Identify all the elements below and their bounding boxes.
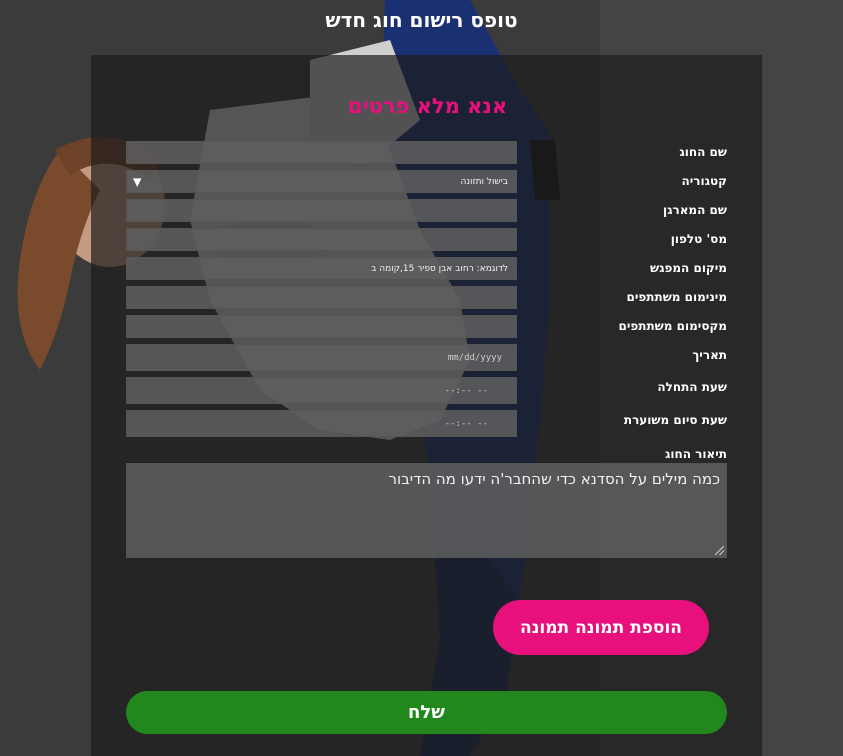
label-start-time: שעת התחלה	[657, 380, 727, 394]
label-category: קטגוריה	[681, 174, 727, 188]
description-textarea[interactable]: כמה מילים על הסדנא כדי שהחבר'ה ידעו מה ה…	[126, 463, 727, 558]
page-title: טופס רישום חוג חדש	[325, 8, 518, 32]
resize-handle-icon[interactable]	[715, 546, 724, 555]
chevron-down-icon: ▼	[133, 175, 142, 188]
category-selected-value: בישול ותזונה	[460, 176, 508, 187]
end-time-input[interactable]: --:-- --	[126, 410, 517, 437]
phone-input[interactable]	[126, 228, 517, 251]
location-placeholder: לדוגמא: רחוב אבן ספיר 15,קומה ב	[371, 263, 508, 274]
label-location: מיקום המפגש	[650, 261, 727, 275]
submit-button[interactable]: שלח	[126, 691, 727, 734]
date-placeholder: mm/dd/yyyy	[447, 352, 502, 363]
class-name-input[interactable]	[126, 141, 517, 164]
organizer-input[interactable]	[126, 199, 517, 222]
start-time-input[interactable]: --:-- --	[126, 377, 517, 404]
date-input[interactable]: mm/dd/yyyy	[126, 344, 517, 371]
max-participants-input[interactable]	[126, 315, 517, 338]
label-organizer: שם המארגן	[662, 203, 727, 217]
category-select[interactable]: בישול ותזונה ▼	[126, 170, 517, 193]
location-input[interactable]: לדוגמא: רחוב אבן ספיר 15,קומה ב	[126, 257, 517, 280]
label-phone: מס' טלפון	[670, 232, 727, 246]
label-class-name: שם החוג	[679, 145, 727, 159]
add-photo-button[interactable]: הוספת תמונה תמונה	[493, 600, 709, 655]
start-time-placeholder: --:-- --	[444, 385, 488, 396]
description-placeholder: כמה מילים על הסדנא כדי שהחבר'ה ידעו מה ה…	[388, 470, 720, 488]
min-participants-input[interactable]	[126, 286, 517, 309]
label-description: תיאור החוג	[665, 447, 727, 461]
label-min-participants: מינימום משתתפים	[626, 290, 727, 304]
label-end-time: שעת סיום משוערת	[623, 413, 727, 427]
form-subtitle: אנא מלא פרטים	[347, 94, 508, 118]
label-max-participants: מקסימום משתתפים	[618, 319, 727, 333]
label-date: תאריך	[692, 348, 727, 362]
end-time-placeholder: --:-- --	[444, 418, 488, 429]
